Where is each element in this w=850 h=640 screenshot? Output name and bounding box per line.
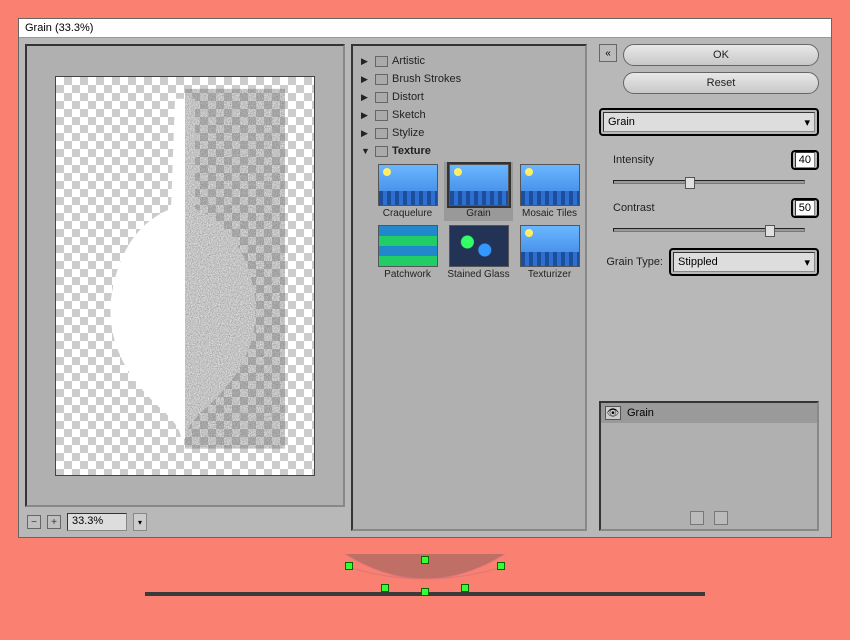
- vase-graphic: [85, 88, 285, 448]
- category-sketch[interactable]: ▶ Sketch: [359, 106, 579, 124]
- preview-image[interactable]: [55, 76, 315, 476]
- category-label: Brush Strokes: [392, 73, 461, 85]
- contrast-label: Contrast: [599, 202, 669, 214]
- anchor-point[interactable]: [461, 584, 469, 592]
- folder-icon: [375, 128, 388, 139]
- intensity-slider[interactable]: [613, 180, 805, 184]
- ok-button[interactable]: OK: [623, 44, 819, 66]
- category-distort[interactable]: ▶ Distort: [359, 88, 579, 106]
- contrast-row: Contrast 50: [599, 198, 819, 218]
- chevron-right-icon: ▶: [361, 92, 371, 103]
- grain-type-row: Grain Type: Stippled ▾: [599, 248, 819, 276]
- intensity-label: Intensity: [599, 154, 669, 166]
- chevron-right-icon: ▶: [361, 128, 371, 139]
- new-effect-layer-icon[interactable]: [690, 511, 704, 525]
- folder-icon: [375, 56, 388, 67]
- folder-icon: [375, 146, 388, 157]
- filter-stained-glass[interactable]: Stained Glass: [446, 225, 511, 280]
- zoom-in-button[interactable]: +: [47, 515, 61, 529]
- zoom-dropdown-icon[interactable]: ▾: [133, 513, 147, 531]
- category-artistic[interactable]: ▶ Artistic: [359, 52, 579, 70]
- reset-button[interactable]: Reset: [623, 72, 819, 94]
- path-curve: [340, 544, 510, 594]
- canvas-path-decoration: [145, 544, 705, 614]
- effect-layer-name: Grain: [627, 407, 654, 419]
- preview-controls: − + 33.3% ▾: [25, 507, 345, 531]
- category-texture[interactable]: ▼ Texture: [359, 142, 579, 160]
- category-label: Artistic: [392, 55, 425, 67]
- contrast-input[interactable]: 50: [795, 200, 815, 216]
- contrast-slider[interactable]: [613, 228, 805, 232]
- anchor-point[interactable]: [381, 584, 389, 592]
- chevron-right-icon: ▶: [361, 74, 371, 85]
- filter-patchwork[interactable]: Patchwork: [375, 225, 440, 280]
- window-title: Grain (33.3%): [19, 19, 831, 38]
- anchor-point[interactable]: [421, 588, 429, 596]
- grain-type-label: Grain Type:: [599, 256, 663, 268]
- intensity-row: Intensity 40: [599, 150, 819, 170]
- slider-handle[interactable]: [765, 225, 775, 237]
- filter-grain[interactable]: Grain: [444, 162, 513, 221]
- settings-column: « OK Reset Grain ▾ Intensity 40 Contras: [593, 44, 825, 531]
- effect-layer[interactable]: 👁 Grain: [601, 403, 817, 423]
- collapse-categories-button[interactable]: «: [599, 44, 617, 62]
- preview-column: − + 33.3% ▾: [25, 44, 345, 531]
- chevron-down-icon: ▾: [804, 116, 810, 129]
- filter-texturizer[interactable]: Texturizer: [517, 225, 582, 280]
- category-label: Stylize: [392, 127, 424, 139]
- texture-thumbs: Craquelure Grain Mosaic Tiles Patchwork …: [359, 160, 579, 288]
- anchor-point[interactable]: [497, 562, 505, 570]
- category-stylize[interactable]: ▶ Stylize: [359, 124, 579, 142]
- folder-icon: [375, 110, 388, 121]
- dialog-body: − + 33.3% ▾ ▶ Artistic ▶ Brush Strokes ▶ Di…: [19, 38, 831, 537]
- filter-categories: ▶ Artistic ▶ Brush Strokes ▶ Distort ▶ Sketc…: [351, 44, 587, 531]
- category-label: Distort: [392, 91, 424, 103]
- filter-craquelure[interactable]: Craquelure: [375, 164, 440, 219]
- zoom-out-button[interactable]: −: [27, 515, 41, 529]
- chevron-right-icon: ▶: [361, 110, 371, 121]
- filter-select[interactable]: Grain ▾: [603, 112, 815, 132]
- zoom-level[interactable]: 33.3%: [67, 513, 127, 531]
- category-label: Texture: [392, 145, 431, 157]
- filter-select-value: Grain: [608, 116, 635, 128]
- filter-mosaic-tiles[interactable]: Mosaic Tiles: [517, 164, 582, 219]
- anchor-point[interactable]: [345, 562, 353, 570]
- chevron-down-icon: ▾: [804, 256, 810, 269]
- slider-handle[interactable]: [685, 177, 695, 189]
- grain-type-value: Stippled: [678, 256, 718, 268]
- effect-layers-footer: [601, 507, 817, 529]
- anchor-point[interactable]: [421, 556, 429, 564]
- category-brush-strokes[interactable]: ▶ Brush Strokes: [359, 70, 579, 88]
- folder-icon: [375, 74, 388, 85]
- effect-layers-panel: 👁 Grain: [599, 401, 819, 531]
- visibility-icon[interactable]: 👁: [605, 406, 621, 420]
- category-label: Sketch: [392, 109, 426, 121]
- delete-effect-layer-icon[interactable]: [714, 511, 728, 525]
- folder-icon: [375, 92, 388, 103]
- intensity-input[interactable]: 40: [795, 152, 815, 168]
- preview-frame: [25, 44, 345, 507]
- chevron-down-icon: ▼: [361, 146, 371, 156]
- grain-type-select[interactable]: Stippled ▾: [673, 252, 815, 272]
- filter-gallery-dialog: Grain (33.3%) −: [18, 18, 832, 538]
- filter-select-frame: Grain ▾: [599, 108, 819, 136]
- chevron-right-icon: ▶: [361, 56, 371, 67]
